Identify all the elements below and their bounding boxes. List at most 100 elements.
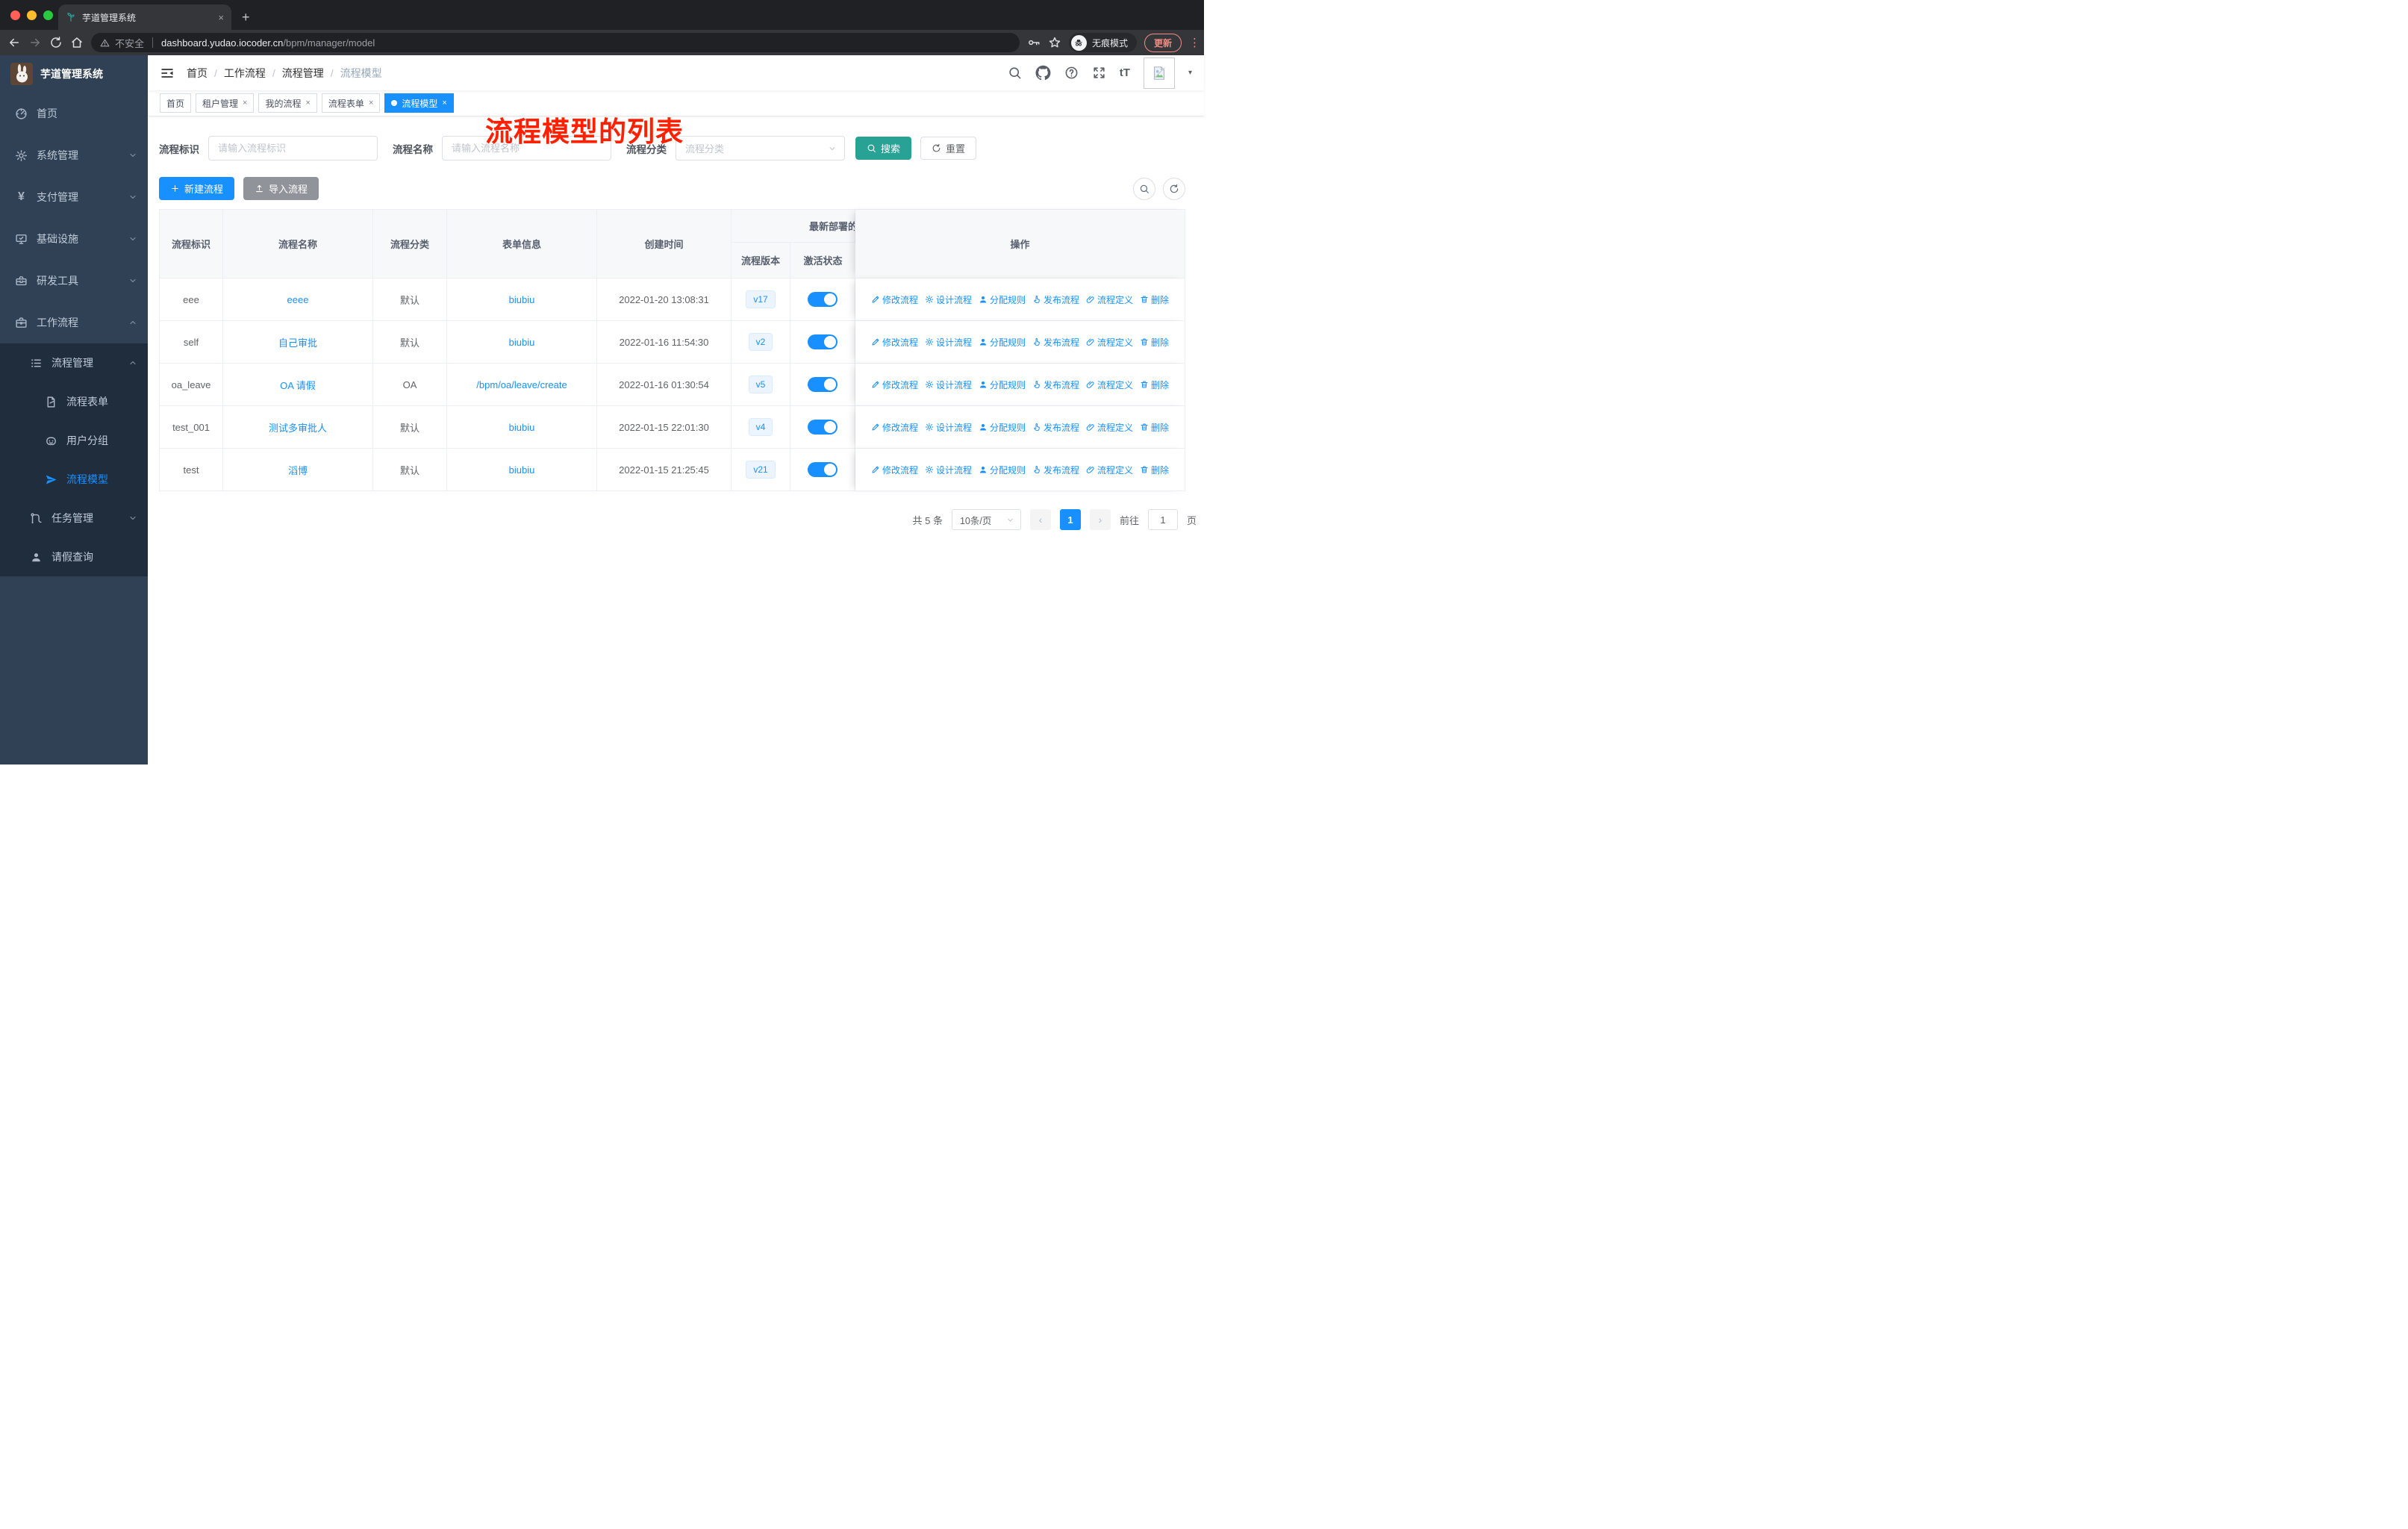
- goto-page-input[interactable]: [1147, 509, 1178, 530]
- active-toggle[interactable]: [808, 420, 838, 435]
- forward-icon[interactable]: [28, 36, 42, 49]
- active-toggle[interactable]: [808, 292, 838, 307]
- close-icon[interactable]: ×: [305, 99, 310, 108]
- tag-process-model[interactable]: 流程模型 ×: [384, 93, 454, 113]
- address-bar[interactable]: 不安全 dashboard.yudao.iocoder.cn/bpm/manag…: [91, 33, 1020, 52]
- publish-process-link[interactable]: 发布流程: [1032, 293, 1079, 306]
- assign-rule-link[interactable]: 分配规则: [979, 379, 1026, 391]
- sidebar-item-dev-tools[interactable]: 研发工具: [0, 260, 148, 302]
- reload-icon[interactable]: [49, 36, 63, 49]
- back-icon[interactable]: [7, 36, 21, 49]
- avatar-caret-icon[interactable]: ▾: [1188, 69, 1192, 77]
- design-process-link[interactable]: 设计流程: [925, 379, 972, 391]
- process-id-input[interactable]: [208, 136, 378, 161]
- delete-link[interactable]: 删除: [1140, 464, 1169, 476]
- sidebar-item-task-management[interactable]: 任务管理: [0, 499, 148, 538]
- home-icon[interactable]: [70, 36, 84, 49]
- assign-rule-link[interactable]: 分配规则: [979, 421, 1026, 434]
- chrome-update-button[interactable]: 更新: [1144, 33, 1182, 52]
- close-icon[interactable]: ×: [442, 99, 446, 108]
- breadcrumb-process-management[interactable]: 流程管理: [282, 66, 324, 81]
- version-tag[interactable]: v4: [748, 418, 773, 436]
- design-process-link[interactable]: 设计流程: [925, 293, 972, 306]
- assign-rule-link[interactable]: 分配规则: [979, 464, 1026, 476]
- delete-link[interactable]: 删除: [1140, 336, 1169, 349]
- import-process-button[interactable]: 导入流程: [243, 177, 319, 200]
- window-close-button[interactable]: [10, 10, 20, 20]
- breadcrumb-home[interactable]: 首页: [187, 66, 208, 81]
- design-process-link[interactable]: 设计流程: [925, 336, 972, 349]
- tag-home[interactable]: 首页: [160, 93, 192, 113]
- font-size-icon[interactable]: tT: [1120, 66, 1130, 79]
- delete-link[interactable]: 删除: [1140, 293, 1169, 306]
- delete-link[interactable]: 删除: [1140, 379, 1169, 391]
- publish-process-link[interactable]: 发布流程: [1032, 464, 1079, 476]
- assign-rule-link[interactable]: 分配规则: [979, 293, 1026, 306]
- form-info-link[interactable]: /bpm/oa/leave/create: [476, 379, 567, 390]
- sidebar-item-system[interactable]: 系统管理: [0, 134, 148, 176]
- browser-menu-icon[interactable]: ⋮: [1189, 36, 1200, 49]
- help-icon[interactable]: [1064, 66, 1079, 80]
- process-definition-link[interactable]: 流程定义: [1086, 379, 1133, 391]
- publish-process-link[interactable]: 发布流程: [1032, 379, 1079, 391]
- next-page-button[interactable]: ›: [1089, 509, 1111, 530]
- current-page[interactable]: 1: [1059, 509, 1081, 530]
- edit-process-link[interactable]: 修改流程: [871, 379, 918, 391]
- form-info-link[interactable]: biubiu: [509, 294, 535, 305]
- version-tag[interactable]: v5: [748, 376, 773, 393]
- browser-tab[interactable]: 芋道管理系统 ×: [58, 4, 231, 30]
- process-definition-link[interactable]: 流程定义: [1086, 421, 1133, 434]
- sidebar-logo[interactable]: 芋道管理系统: [0, 55, 148, 93]
- sidebar-item-infrastructure[interactable]: 基础设施: [0, 218, 148, 260]
- window-minimize-button[interactable]: [27, 10, 37, 20]
- fullscreen-icon[interactable]: [1092, 66, 1106, 80]
- tag-process-form[interactable]: 流程表单 ×: [321, 93, 381, 113]
- page-size-select[interactable]: 10条/页: [951, 509, 1021, 530]
- assign-rule-link[interactable]: 分配规则: [979, 336, 1026, 349]
- github-icon[interactable]: [1035, 65, 1051, 81]
- tag-my-process[interactable]: 我的流程 ×: [258, 93, 317, 113]
- form-info-link[interactable]: biubiu: [509, 464, 535, 476]
- prev-page-button[interactable]: ‹: [1029, 509, 1051, 530]
- process-name-link[interactable]: 滔博: [288, 463, 308, 477]
- sidebar-fold-icon[interactable]: [160, 66, 175, 81]
- tag-tenant[interactable]: 租户管理 ×: [196, 93, 255, 113]
- avatar[interactable]: [1143, 57, 1175, 89]
- process-name-link[interactable]: eeee: [287, 294, 309, 305]
- process-definition-link[interactable]: 流程定义: [1086, 336, 1133, 349]
- design-process-link[interactable]: 设计流程: [925, 421, 972, 434]
- refresh-table-button[interactable]: [1163, 177, 1185, 200]
- version-tag[interactable]: v21: [746, 461, 776, 479]
- close-icon[interactable]: ×: [243, 99, 247, 108]
- key-icon[interactable]: [1027, 36, 1041, 49]
- edit-process-link[interactable]: 修改流程: [871, 293, 918, 306]
- create-process-button[interactable]: 新建流程: [159, 177, 235, 200]
- edit-process-link[interactable]: 修改流程: [871, 421, 918, 434]
- version-tag[interactable]: v17: [746, 290, 776, 308]
- category-select[interactable]: 流程分类: [676, 136, 845, 161]
- show-search-button[interactable]: [1133, 177, 1155, 200]
- bookmark-star-icon[interactable]: [1048, 36, 1061, 49]
- sidebar-item-user-group[interactable]: 用户分组: [0, 421, 148, 460]
- process-name-link[interactable]: 自己审批: [278, 335, 317, 349]
- active-toggle[interactable]: [808, 462, 838, 477]
- sidebar-item-home[interactable]: 首页: [0, 93, 148, 134]
- reset-button[interactable]: 重置: [920, 137, 977, 160]
- search-button[interactable]: 搜索: [855, 137, 912, 160]
- process-name-link[interactable]: OA 请假: [280, 378, 316, 392]
- sidebar-item-process-model[interactable]: 流程模型: [0, 460, 148, 499]
- sidebar-item-workflow[interactable]: 工作流程: [0, 302, 148, 343]
- process-definition-link[interactable]: 流程定义: [1086, 293, 1133, 306]
- publish-process-link[interactable]: 发布流程: [1032, 421, 1079, 434]
- window-zoom-button[interactable]: [43, 10, 53, 20]
- edit-process-link[interactable]: 修改流程: [871, 336, 918, 349]
- active-toggle[interactable]: [808, 334, 838, 349]
- publish-process-link[interactable]: 发布流程: [1032, 336, 1079, 349]
- version-tag[interactable]: v2: [748, 333, 773, 351]
- form-info-link[interactable]: biubiu: [509, 337, 535, 348]
- process-name-link[interactable]: 测试多审批人: [269, 420, 327, 435]
- tab-close-icon[interactable]: ×: [218, 12, 224, 23]
- sidebar-item-payment[interactable]: ¥ 支付管理: [0, 176, 148, 218]
- form-info-link[interactable]: biubiu: [509, 422, 535, 433]
- edit-process-link[interactable]: 修改流程: [871, 464, 918, 476]
